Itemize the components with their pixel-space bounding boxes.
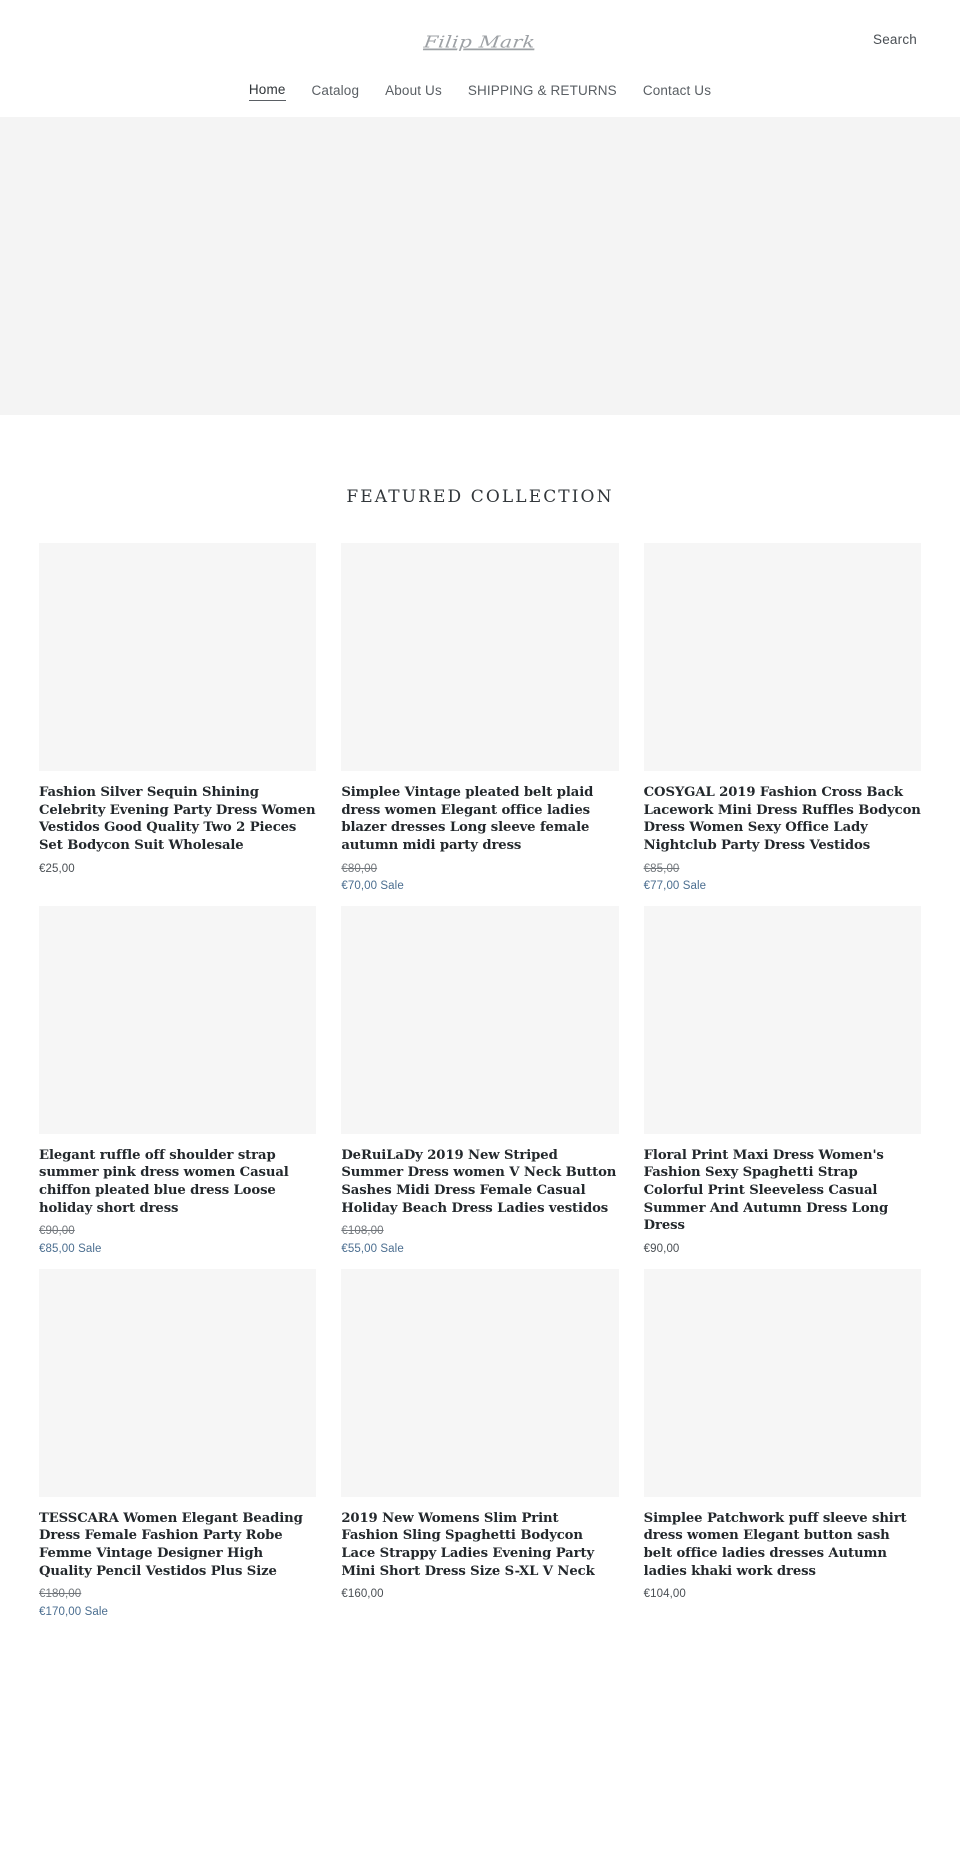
product-card: TESSCARA Women Elegant Beading Dress Fem… xyxy=(39,1268,317,1622)
sale-badge: Sale xyxy=(84,1605,108,1618)
nav-item-catalog[interactable]: Catalog xyxy=(312,83,360,101)
product-info: 2019 New Womens Slim Print Fashion Sling… xyxy=(341,1497,618,1604)
product-price-block: €104,00 xyxy=(644,1586,921,1603)
product-compare-at-price: €80,00 xyxy=(341,862,378,875)
product-card: Floral Print Maxi Dress Women's Fashion … xyxy=(643,905,921,1259)
brand-logo[interactable]: Filip Mark xyxy=(423,32,537,52)
product-card: Simplee Vintage pleated belt plaid dress… xyxy=(341,543,619,896)
product-sale-price: €55,00 xyxy=(341,1242,378,1255)
product-price-block: €108,00 €55,00 Sale xyxy=(341,1223,618,1258)
product-title[interactable]: Fashion Silver Sequin Shining Celebrity … xyxy=(39,784,316,855)
product-info: DeRuiLaDy 2019 New Striped Summer Dress … xyxy=(341,1134,618,1259)
product-image[interactable] xyxy=(643,1268,921,1497)
nav-item-shipping-returns[interactable]: SHIPPING & RETURNS xyxy=(468,83,617,101)
product-info: Elegant ruffle off shoulder strap summer… xyxy=(39,1134,316,1259)
product-card: 2019 New Womens Slim Print Fashion Sling… xyxy=(341,1268,619,1622)
featured-collection-section: FEATURED COLLECTION Fashion Silver Sequi… xyxy=(0,487,960,1621)
product-price: €160,00 xyxy=(341,1588,384,1601)
search-button[interactable]: Search xyxy=(869,30,921,49)
product-card: Simplee Patchwork puff sleeve shirt dres… xyxy=(643,1268,921,1622)
product-image[interactable] xyxy=(39,543,317,771)
main-navigation: Home Catalog About Us SHIPPING & RETURNS… xyxy=(0,70,960,117)
product-info: Floral Print Maxi Dress Women's Fashion … xyxy=(644,1134,921,1259)
featured-collection-heading: FEATURED COLLECTION xyxy=(346,487,614,507)
product-title[interactable]: COSYGAL 2019 Fashion Cross Back Lacework… xyxy=(644,784,921,855)
product-price: €90,00 xyxy=(643,1243,680,1256)
product-sale-price: €170,00 xyxy=(39,1605,82,1618)
product-info: Fashion Silver Sequin Shining Celebrity … xyxy=(39,771,316,878)
product-info: Simplee Patchwork puff sleeve shirt dres… xyxy=(644,1497,921,1604)
product-compare-at-price: €85,00 xyxy=(643,862,680,875)
product-compare-at-price: €108,00 xyxy=(341,1225,384,1238)
product-sale-price-line: €55,00 Sale xyxy=(341,1241,618,1258)
product-card: DeRuiLaDy 2019 New Striped Summer Dress … xyxy=(341,905,619,1259)
product-sale-price: €70,00 xyxy=(341,880,378,893)
product-price: €104,00 xyxy=(643,1588,686,1601)
product-image[interactable] xyxy=(39,905,317,1134)
product-price-block: €160,00 xyxy=(341,1586,618,1603)
product-title[interactable]: DeRuiLaDy 2019 New Striped Summer Dress … xyxy=(341,1147,618,1218)
product-sale-price-line: €70,00 Sale xyxy=(341,878,618,895)
product-sale-price: €77,00 xyxy=(643,880,680,893)
product-info: Simplee Vintage pleated belt plaid dress… xyxy=(341,771,618,896)
nav-item-home[interactable]: Home xyxy=(248,82,286,101)
product-price-block: €180,00 €170,00 Sale xyxy=(39,1586,316,1621)
product-sale-price-line: €170,00 Sale xyxy=(39,1604,316,1621)
nav-item-contact-us[interactable]: Contact Us xyxy=(643,83,711,101)
product-image[interactable] xyxy=(643,905,921,1134)
product-image[interactable] xyxy=(341,543,619,771)
site-header: Filip Mark Search Home Catalog About Us … xyxy=(0,0,960,117)
product-image[interactable] xyxy=(341,905,619,1134)
product-title[interactable]: Elegant ruffle off shoulder strap summer… xyxy=(39,1147,316,1218)
product-grid: Fashion Silver Sequin Shining Celebrity … xyxy=(39,543,921,1621)
product-image[interactable] xyxy=(643,543,921,771)
product-image[interactable] xyxy=(39,1268,317,1497)
product-compare-at-price: €90,00 xyxy=(39,1225,75,1238)
hero-banner[interactable] xyxy=(0,117,960,415)
product-price-block: €85,00 €77,00 Sale xyxy=(644,861,921,896)
product-title[interactable]: Simplee Patchwork puff sleeve shirt dres… xyxy=(644,1510,921,1581)
product-card: COSYGAL 2019 Fashion Cross Back Lacework… xyxy=(643,543,921,896)
product-compare-at-price: €180,00 xyxy=(39,1588,82,1601)
product-sale-price: €85,00 xyxy=(39,1242,75,1255)
sale-badge: Sale xyxy=(380,1242,404,1255)
product-price-block: €90,00 €85,00 Sale xyxy=(39,1223,316,1258)
header-top-bar: Filip Mark Search xyxy=(0,14,960,70)
product-sale-price-line: €85,00 Sale xyxy=(39,1241,316,1258)
product-title[interactable]: Simplee Vintage pleated belt plaid dress… xyxy=(341,784,618,855)
product-sale-price-line: €77,00 Sale xyxy=(644,878,921,895)
product-title[interactable]: Floral Print Maxi Dress Women's Fashion … xyxy=(644,1147,921,1235)
product-card: Elegant ruffle off shoulder strap summer… xyxy=(39,905,317,1259)
product-title[interactable]: TESSCARA Women Elegant Beading Dress Fem… xyxy=(39,1510,316,1581)
product-price: €25,00 xyxy=(39,862,75,875)
sale-badge: Sale xyxy=(682,880,707,893)
product-title[interactable]: 2019 New Womens Slim Print Fashion Sling… xyxy=(341,1510,618,1581)
product-price-block: €90,00 xyxy=(644,1241,921,1258)
product-info: TESSCARA Women Elegant Beading Dress Fem… xyxy=(39,1497,316,1622)
page-root: Filip Mark Search Home Catalog About Us … xyxy=(0,0,960,1875)
product-price-block: €25,00 xyxy=(39,861,316,878)
sale-badge: Sale xyxy=(78,1242,102,1255)
product-image[interactable] xyxy=(341,1268,619,1497)
product-info: COSYGAL 2019 Fashion Cross Back Lacework… xyxy=(644,771,921,896)
nav-item-about-us[interactable]: About Us xyxy=(385,83,442,101)
sale-badge: Sale xyxy=(380,880,404,893)
product-card: Fashion Silver Sequin Shining Celebrity … xyxy=(39,543,317,896)
product-price-block: €80,00 €70,00 Sale xyxy=(341,861,618,896)
